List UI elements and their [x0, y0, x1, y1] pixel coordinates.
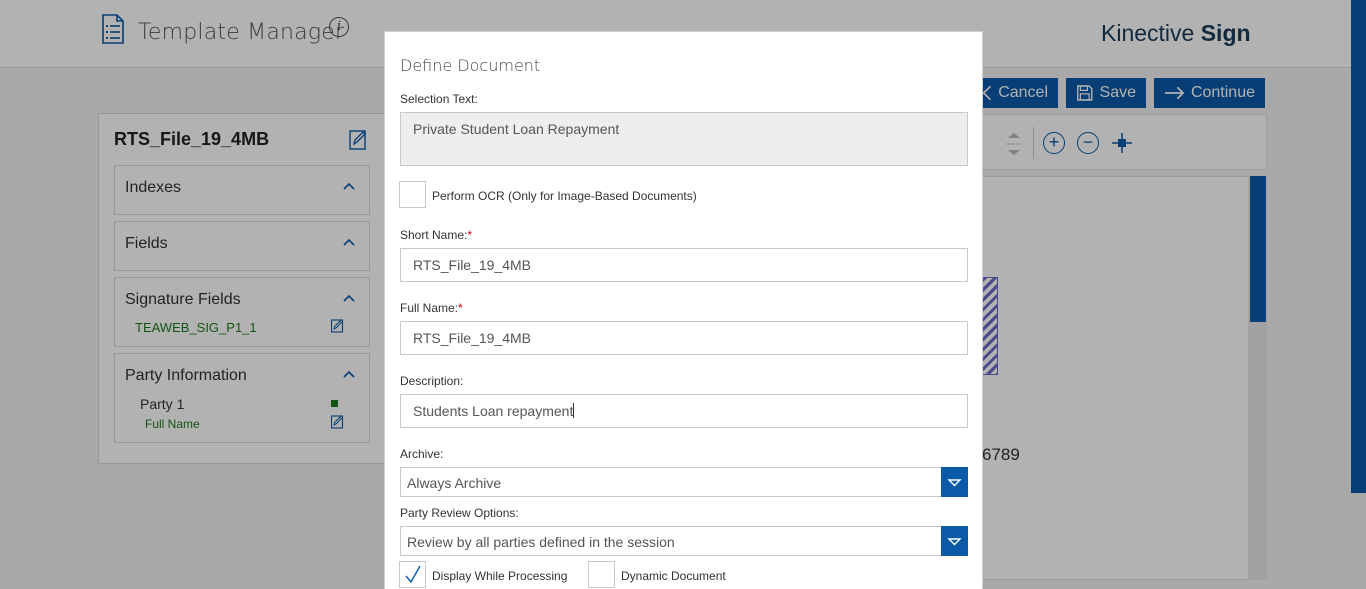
- short-name-input[interactable]: RTS_File_19_4MB: [400, 248, 968, 282]
- party-review-select[interactable]: Review by all parties defined in the ses…: [400, 526, 968, 556]
- full-name-label-text: Full Name:: [400, 301, 459, 315]
- full-name-label: Full Name:*: [400, 301, 463, 315]
- display-while-processing-label: Display While Processing: [432, 569, 568, 583]
- caret-down-icon: [947, 479, 962, 487]
- checkmark-icon: [405, 565, 421, 584]
- ocr-label: Perform OCR (Only for Image-Based Docume…: [432, 189, 697, 203]
- short-name-label: Short Name:*: [400, 228, 472, 242]
- description-input[interactable]: Students Loan repayment: [400, 394, 968, 428]
- text-cursor: [573, 403, 575, 418]
- required-mark: *: [467, 228, 473, 242]
- description-label: Description:: [400, 374, 464, 388]
- archive-dropdown-button[interactable]: [941, 467, 968, 497]
- archive-label: Archive:: [400, 447, 444, 461]
- selection-text-label: Selection Text:: [400, 92, 478, 106]
- ocr-checkbox[interactable]: [399, 181, 426, 208]
- archive-selected-value: Always Archive: [407, 475, 502, 491]
- define-document-dialog: Define Document Selection Text: Private …: [384, 31, 983, 589]
- description-value: Students Loan repayment: [413, 403, 574, 419]
- short-name-label-text: Short Name:: [400, 228, 468, 242]
- selection-text-field: Private Student Loan Repayment: [400, 112, 968, 166]
- party-review-label: Party Review Options:: [400, 506, 519, 520]
- party-review-selected-value: Review by all parties defined in the ses…: [407, 534, 675, 550]
- dialog-title: Define Document: [400, 56, 541, 75]
- display-while-processing-checkbox[interactable]: [399, 561, 426, 588]
- full-name-input[interactable]: RTS_File_19_4MB: [400, 321, 968, 355]
- dynamic-document-label: Dynamic Document: [621, 569, 726, 583]
- caret-down-icon: [947, 538, 962, 546]
- archive-select[interactable]: Always Archive: [400, 467, 968, 497]
- dynamic-document-checkbox[interactable]: [588, 561, 615, 588]
- party-review-dropdown-button[interactable]: [941, 526, 968, 556]
- required-mark: *: [458, 301, 463, 315]
